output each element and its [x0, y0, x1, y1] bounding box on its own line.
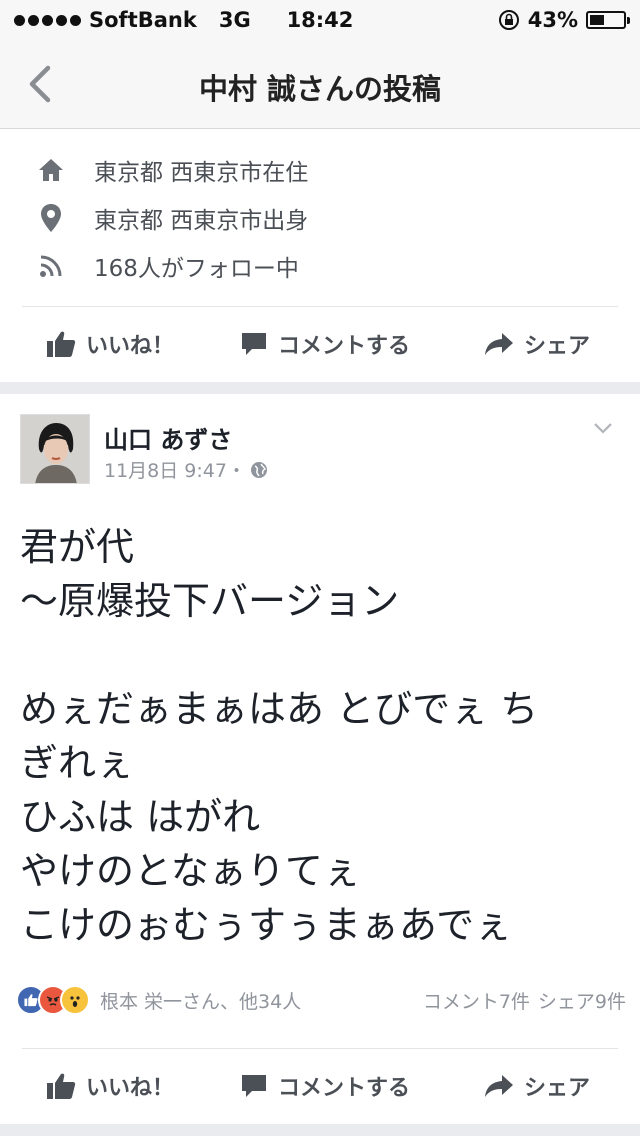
followers-text: 168人がフォロー中 — [94, 256, 299, 282]
comment-button[interactable]: コメントする — [240, 1048, 410, 1124]
post-line: こけのぉむぅすぅまぁあでぇ — [20, 903, 513, 947]
reactors-text: 根本 栄一さん、他34人 — [100, 990, 302, 1013]
share-button[interactable]: シェア — [484, 306, 590, 382]
like-label: いいね！ — [86, 1076, 175, 1101]
shares-count[interactable]: シェア9件 — [538, 987, 626, 1014]
globe-icon — [250, 461, 267, 478]
battery-icon — [586, 11, 630, 29]
share-arrow-icon — [485, 333, 513, 355]
thumbs-up-icon — [47, 1073, 76, 1099]
post-line: 君が代 — [20, 525, 135, 569]
wow-reaction-icon — [60, 985, 90, 1015]
post-line: やけのとなぁりてぇ — [20, 849, 361, 893]
comment-label: コメントする — [278, 334, 411, 359]
share-label: シェア — [524, 334, 591, 359]
share-label: シェア — [524, 1076, 591, 1101]
post-line: 〜原爆投下バージョン — [20, 579, 400, 623]
card-separator — [0, 382, 640, 394]
comments-count[interactable]: コメント7件 — [423, 987, 530, 1014]
chevron-down-icon — [594, 423, 612, 434]
comment-icon — [242, 1075, 266, 1097]
avatar[interactable] — [20, 414, 90, 484]
page-title: 中村 誠さんの投稿 — [198, 72, 442, 106]
rotation-lock-icon — [498, 10, 519, 30]
post-line — [20, 628, 620, 682]
status-right: 43% — [498, 8, 630, 32]
share-button[interactable]: シェア — [484, 1048, 590, 1124]
like-label: いいね！ — [86, 334, 175, 359]
info-row-residence: 東京都 西東京市在住 — [34, 150, 308, 190]
status-bar: SoftBank 3G 18:42 43% — [0, 0, 640, 40]
residence-text: 東京都 西東京市在住 — [94, 160, 309, 186]
post-card: 山口 あずさ 11月8日 9:47・ 君が代 〜原爆投下バージョン めぇだぁまぁ… — [0, 394, 640, 1044]
like-button[interactable]: いいね！ — [46, 306, 174, 382]
post-options-button[interactable] — [592, 420, 614, 439]
action-bar-bottom: いいね！ コメントする シェア — [0, 1048, 640, 1124]
reaction-icons — [16, 985, 90, 1015]
home-icon — [34, 153, 68, 187]
like-button[interactable]: いいね！ — [46, 1048, 174, 1124]
card-separator — [0, 1124, 640, 1136]
post-line: めぇだぁまぁはあ とびでぇ ち — [20, 687, 539, 731]
rss-icon — [34, 249, 68, 283]
post-author[interactable]: 山口 あずさ — [104, 420, 232, 455]
share-arrow-icon — [485, 1075, 513, 1097]
info-row-hometown: 東京都 西東京市出身 — [34, 198, 308, 238]
action-bar-top: いいね！ コメントする シェア — [0, 306, 640, 382]
location-pin-icon — [34, 201, 68, 235]
thumbs-up-icon — [47, 331, 76, 357]
post-line: ひふは はがれ — [20, 795, 261, 839]
info-row-followers: 168人がフォロー中 — [34, 246, 299, 286]
battery-percent: 43% — [527, 8, 578, 32]
comment-button[interactable]: コメントする — [240, 306, 410, 382]
engagement-counts: コメント7件 シェア9件 — [423, 987, 626, 1014]
hometown-text: 東京都 西東京市出身 — [94, 208, 309, 234]
post-line: ぎれぇ — [20, 741, 135, 785]
profile-info: 東京都 西東京市在住 東京都 西東京市出身 168人がフォロー中 — [0, 130, 640, 294]
comment-label: コメントする — [278, 1076, 411, 1101]
post-date[interactable]: 11月8日 9:47・ — [104, 456, 246, 483]
nav-bar: 中村 誠さんの投稿 — [0, 40, 640, 129]
post-body: 君が代 〜原爆投下バージョン めぇだぁまぁはあ とびでぇ ち ぎれぇ ひふは は… — [20, 520, 620, 952]
comment-icon — [242, 333, 266, 355]
reactions-summary[interactable]: 根本 栄一さん、他34人 コメント7件 シェア9件 — [16, 982, 626, 1018]
post-meta: 11月8日 9:47・ — [104, 456, 268, 483]
